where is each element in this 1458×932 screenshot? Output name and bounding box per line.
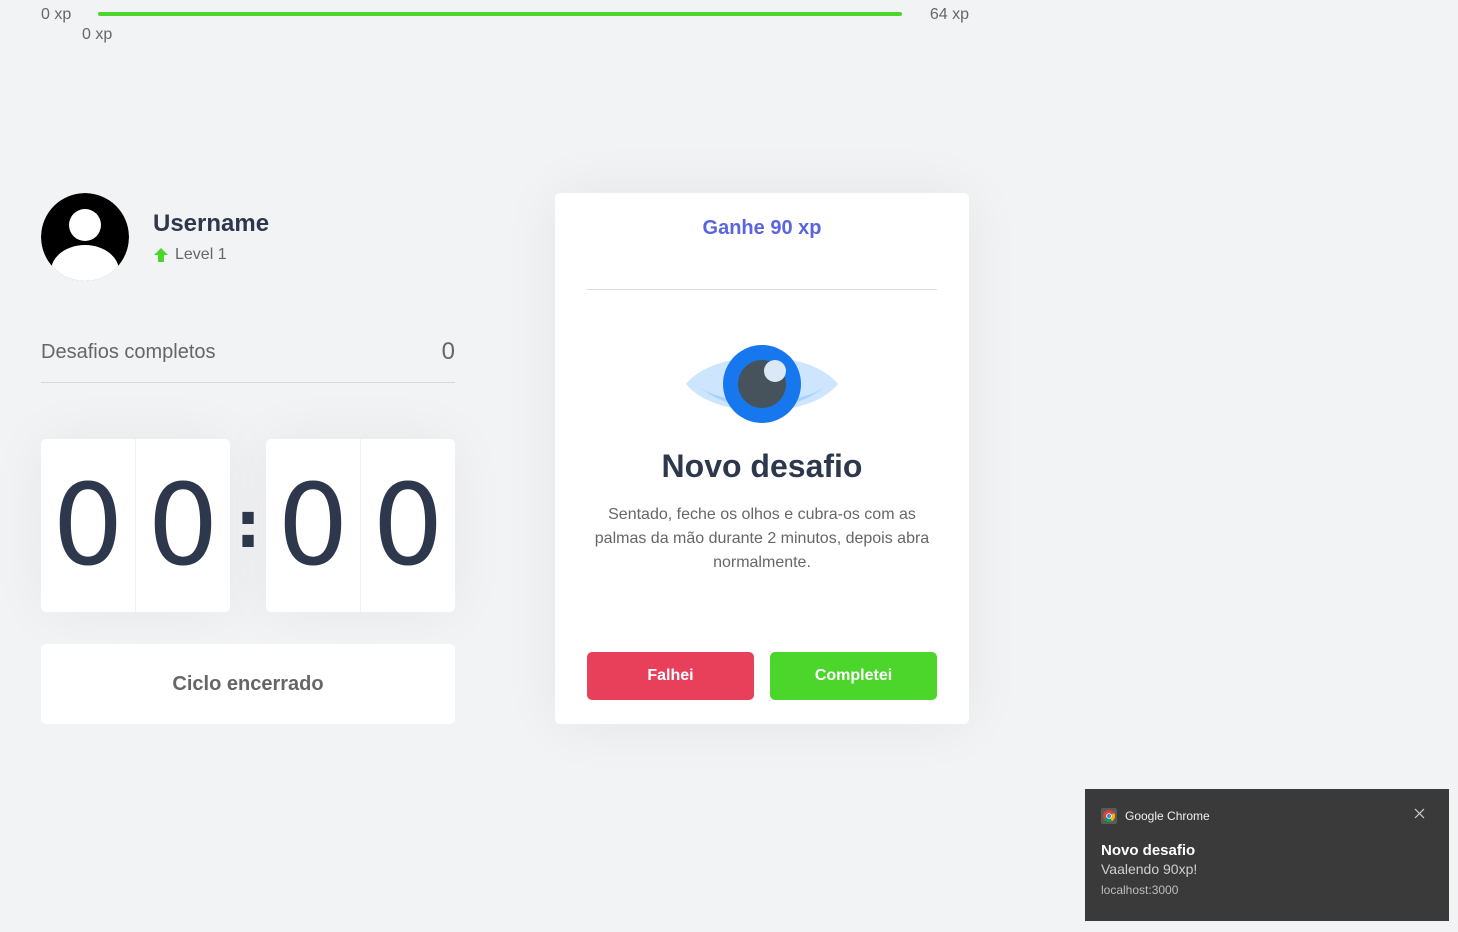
username: Username	[153, 210, 270, 237]
second-digit-left: 0	[277, 460, 349, 591]
minute-digit-left: 0	[52, 460, 124, 591]
completed-challenges-count: 0	[441, 338, 455, 365]
profile: Username Level 1	[41, 193, 269, 281]
eye-icon	[685, 343, 839, 430]
close-icon[interactable]	[1411, 805, 1427, 821]
second-digit-right: 0	[360, 439, 455, 612]
completed-challenges-label: Desafios completos	[41, 341, 216, 363]
xp-track	[98, 12, 902, 16]
level-up-arrow-icon	[153, 247, 169, 263]
xp-progress-fill	[98, 12, 902, 16]
failed-button[interactable]: Falhei	[587, 652, 754, 700]
xp-min-label: 0 xp	[41, 6, 72, 23]
notification-title: Novo desafio	[1101, 842, 1196, 859]
challenge-card: Ganhe 90 xp Novo desafio Sentado, feche …	[555, 193, 969, 724]
user-avatar-icon	[41, 193, 129, 281]
minute-digit-right: 0	[135, 439, 230, 612]
countdown-minutes: 0 0	[41, 439, 230, 612]
challenge-description: Sentado, feche os olhos e cubra-os com a…	[594, 506, 930, 571]
xp-max-label: 64 xp	[929, 6, 969, 23]
countdown: 0 0 : 0 0	[41, 439, 455, 612]
xp-current-label: 0 xp	[82, 26, 113, 43]
countdown-separator: :	[235, 488, 261, 563]
chrome-notification[interactable]: Google Chrome Novo desafio Vaalendo 90xp…	[1085, 789, 1449, 921]
challenge-actions: Falhei Completei	[587, 652, 937, 700]
cycle-ended-button[interactable]: Ciclo encerrado	[41, 644, 455, 724]
completed-button[interactable]: Completei	[770, 652, 937, 700]
challenge-reward: Ganhe 90 xp	[587, 217, 937, 290]
notification-body: Vaalendo 90xp!	[1101, 861, 1198, 877]
experience-bar: 0 xp 0 xp 64 xp	[41, 0, 969, 50]
level-label: Level 1	[175, 246, 227, 263]
notification-app-name: Google Chrome	[1125, 809, 1210, 823]
chrome-logo-icon	[1101, 808, 1117, 824]
countdown-seconds: 0 0	[266, 439, 455, 612]
challenge-title: Novo desafio	[661, 448, 863, 484]
completed-challenges: Desafios completos 0	[41, 336, 455, 383]
notification-header: Google Chrome	[1101, 808, 1433, 824]
level: Level 1	[153, 246, 269, 264]
notification-origin: localhost:3000	[1101, 883, 1179, 897]
